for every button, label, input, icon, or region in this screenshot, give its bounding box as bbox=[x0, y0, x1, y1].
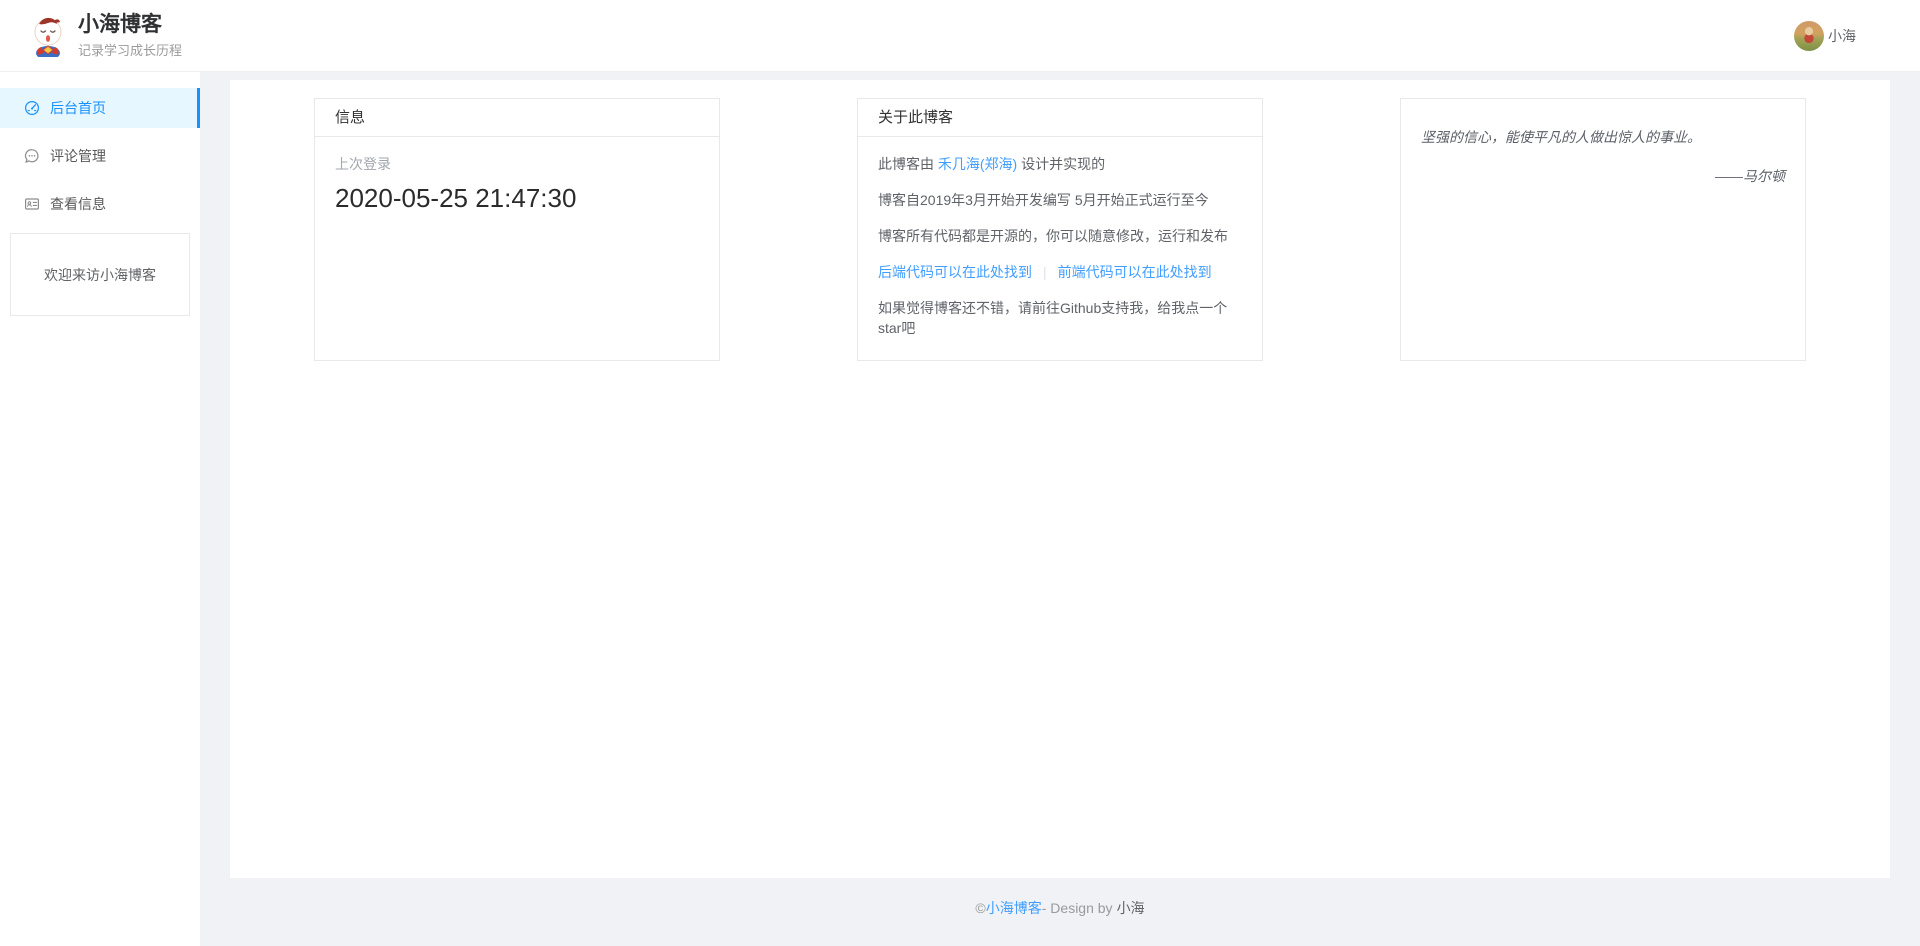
brand: 小海博客 记录学习成长历程 bbox=[28, 13, 182, 59]
app-header: 小海博客 记录学习成长历程 小海 bbox=[0, 0, 1920, 72]
user-menu[interactable]: 小海 bbox=[1794, 21, 1856, 51]
last-login-time: 2020-05-25 21:47:30 bbox=[335, 183, 699, 214]
content-panel: 信息 上次登录 2020-05-25 21:47:30 关于此博客 此博客由 禾… bbox=[230, 80, 1890, 878]
about-line-history: 博客自2019年3月开始开发编写 5月开始正式运行至今 bbox=[878, 190, 1242, 210]
about-author-prefix: 此博客由 bbox=[878, 156, 938, 172]
quote-card-body: 坚强的信心，能使平凡的人做出惊人的事业。 ——马尔顿 bbox=[1401, 99, 1805, 206]
about-line-star: 如果觉得博客还不错，请前往Github支持我，给我点一个star吧 bbox=[878, 298, 1242, 338]
user-name[interactable]: 小海 bbox=[1828, 26, 1856, 46]
main-layout: 后台首页 评论管理 bbox=[0, 72, 1920, 946]
sidebar-item-dashboard[interactable]: 后台首页 bbox=[0, 88, 200, 128]
footer-site-link[interactable]: 小海博客 bbox=[986, 898, 1042, 918]
site-logo-icon bbox=[28, 15, 68, 57]
user-avatar[interactable] bbox=[1794, 21, 1824, 51]
sidebar-item-profile[interactable]: 查看信息 bbox=[0, 184, 200, 224]
about-card-body: 此博客由 禾几海(郑海) 设计并实现的 博客自2019年3月开始开发编写 5月开… bbox=[858, 137, 1262, 355]
footer-middle-text: - Design by bbox=[1042, 900, 1113, 916]
quote-card: 坚强的信心，能使平凡的人做出惊人的事业。 ——马尔顿 bbox=[1400, 98, 1806, 361]
message-icon bbox=[24, 148, 40, 164]
author-link[interactable]: 禾几海(郑海) bbox=[938, 156, 1017, 172]
sidebar-item-label: 查看信息 bbox=[50, 194, 106, 214]
sidebar-menu: 后台首页 评论管理 bbox=[0, 72, 200, 224]
info-card: 信息 上次登录 2020-05-25 21:47:30 bbox=[314, 98, 720, 361]
frontend-code-link[interactable]: 前端代码可以在此处找到 bbox=[1058, 264, 1212, 280]
quote-author: ——马尔顿 bbox=[1421, 166, 1785, 186]
sidebar: 后台首页 评论管理 bbox=[0, 72, 200, 946]
dashboard-icon bbox=[24, 100, 40, 116]
last-login-label: 上次登录 bbox=[335, 154, 699, 174]
sidebar-item-comments[interactable]: 评论管理 bbox=[0, 136, 200, 176]
quote-text: 坚强的信心，能使平凡的人做出惊人的事业。 bbox=[1421, 127, 1785, 147]
sidebar-item-label: 后台首页 bbox=[50, 98, 106, 118]
about-line-author: 此博客由 禾几海(郑海) 设计并实现的 bbox=[878, 154, 1242, 174]
sidebar-item-label: 评论管理 bbox=[50, 146, 106, 166]
info-card-title: 信息 bbox=[315, 99, 719, 137]
welcome-box: 欢迎来访小海博客 bbox=[10, 233, 190, 316]
info-card-body: 上次登录 2020-05-25 21:47:30 bbox=[315, 137, 719, 231]
site-subtitle: 记录学习成长历程 bbox=[78, 40, 182, 59]
footer-designer: 小海 bbox=[1117, 898, 1145, 918]
about-line-links: 后端代码可以在此处找到 | 前端代码可以在此处找到 bbox=[878, 262, 1242, 282]
main-column: 信息 上次登录 2020-05-25 21:47:30 关于此博客 此博客由 禾… bbox=[230, 80, 1890, 946]
about-card-title: 关于此博客 bbox=[858, 99, 1262, 137]
site-title: 小海博客 bbox=[78, 13, 182, 37]
footer-copyright: © bbox=[975, 900, 985, 916]
link-divider: | bbox=[1043, 264, 1047, 280]
page-footer: © 小海博客 - Design by 小海 bbox=[230, 878, 1890, 938]
brand-text: 小海博客 记录学习成长历程 bbox=[78, 13, 182, 59]
backend-code-link[interactable]: 后端代码可以在此处找到 bbox=[878, 264, 1032, 280]
about-author-suffix: 设计并实现的 bbox=[1017, 156, 1105, 172]
about-card: 关于此博客 此博客由 禾几海(郑海) 设计并实现的 博客自2019年3月开始开发… bbox=[857, 98, 1263, 361]
about-line-opensource: 博客所有代码都是开源的，你可以随意修改，运行和发布 bbox=[878, 226, 1242, 246]
welcome-text: 欢迎来访小海博客 bbox=[44, 265, 156, 285]
idcard-icon bbox=[24, 196, 40, 212]
